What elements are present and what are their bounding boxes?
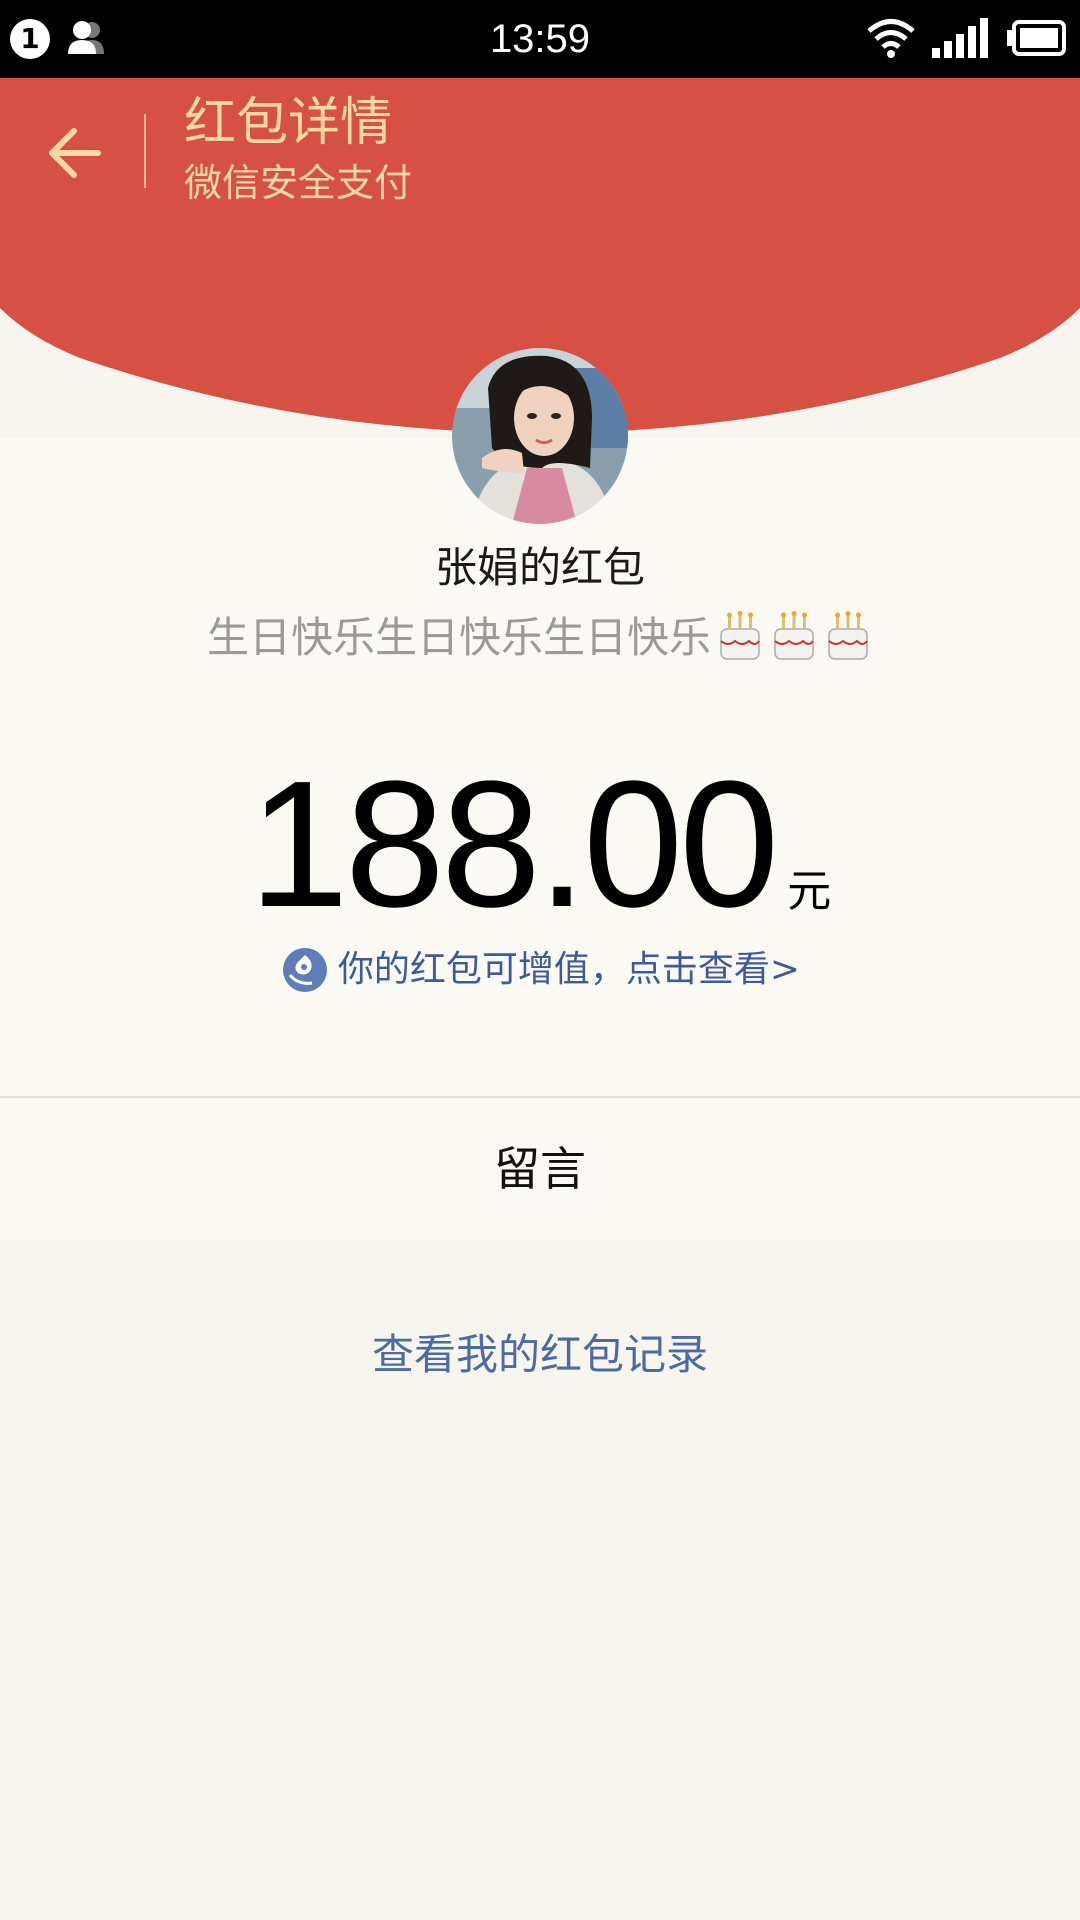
page-subtitle: 微信安全支付 <box>184 161 413 205</box>
battery-icon <box>1007 20 1066 56</box>
signal-icon <box>932 18 988 58</box>
greeting-text: 生日快乐生日快乐生日快乐 <box>206 613 711 662</box>
birthday-cake-icon <box>720 611 760 660</box>
invest-link-text: 你的红包可增值，点击查看> <box>337 949 801 990</box>
red-packet-history-link[interactable]: 查看我的红包记录 <box>0 1320 1080 1390</box>
page-title: 红包详情 <box>184 93 393 153</box>
header-divider <box>144 114 146 188</box>
invest-link[interactable]: 你的红包可增值，点击查看> <box>0 945 1080 995</box>
birthday-cake-icon <box>774 611 814 660</box>
wifi-icon <box>867 19 915 58</box>
leave-message-button[interactable]: 留言 <box>0 1098 1080 1240</box>
avatar[interactable] <box>452 348 628 524</box>
wealth-growth-icon <box>282 948 327 992</box>
greeting-message: 生日快乐生日快乐生日快乐 <box>0 608 1080 668</box>
amount-unit: 元 <box>787 866 832 917</box>
status-bar: 1 13:59 <box>0 0 1080 78</box>
sender-title: 张娟的红包 <box>434 543 645 592</box>
back-arrow-icon[interactable] <box>44 123 104 183</box>
amount-value: 188.00 <box>248 744 780 945</box>
amount-display: 188.00 元 <box>0 745 1080 945</box>
birthday-cake-icon <box>828 611 868 660</box>
status-time: 13:59 <box>489 17 591 61</box>
